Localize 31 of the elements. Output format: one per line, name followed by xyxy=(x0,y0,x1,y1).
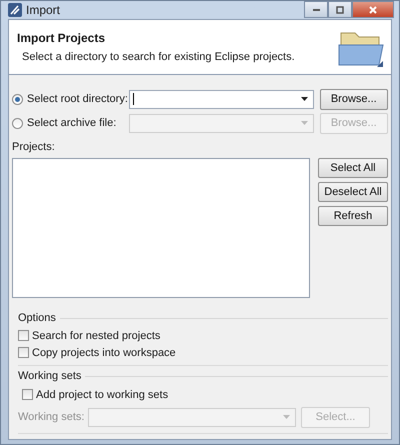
dropdown-arrow-icon xyxy=(300,121,308,125)
app-icon xyxy=(8,3,22,17)
checkbox-label: Copy projects into workspace xyxy=(32,346,176,358)
minimize-icon xyxy=(312,8,320,10)
page-title: Import Projects xyxy=(17,31,106,45)
radio-label: Select archive file: xyxy=(27,117,116,129)
browse-button[interactable]: Browse... xyxy=(320,88,388,110)
close-button[interactable] xyxy=(352,1,394,18)
page-description: Select a directory to search for existing Eclipse projects. xyxy=(21,51,295,63)
group-title: Options xyxy=(18,312,56,324)
list-button[interactable]: Deselect All xyxy=(318,182,388,202)
list-button[interactable]: Refresh xyxy=(318,206,388,226)
checkbox[interactable] xyxy=(18,347,29,358)
section-label: Projects: xyxy=(12,141,56,153)
maximize-icon xyxy=(335,4,345,14)
combo-field[interactable] xyxy=(129,90,314,108)
radio-label: Select root directory: xyxy=(27,93,128,105)
project-list[interactable] xyxy=(12,158,310,298)
checkbox-label: Search for nested projects xyxy=(32,330,160,342)
dropdown-arrow-icon xyxy=(283,415,290,419)
dropdown-arrow-icon xyxy=(300,97,308,101)
minimize-button[interactable] xyxy=(304,1,328,18)
maximize-button[interactable] xyxy=(328,1,352,18)
field-label: Working sets: xyxy=(18,411,84,423)
radio-button[interactable] xyxy=(12,94,23,104)
list-button[interactable]: Select All xyxy=(318,158,388,178)
checkbox[interactable] xyxy=(18,330,29,341)
window-title: Import xyxy=(26,3,60,17)
group-title: Working sets xyxy=(18,370,82,382)
close-icon xyxy=(368,4,378,14)
checkbox-label: Add project to working sets xyxy=(36,388,168,400)
